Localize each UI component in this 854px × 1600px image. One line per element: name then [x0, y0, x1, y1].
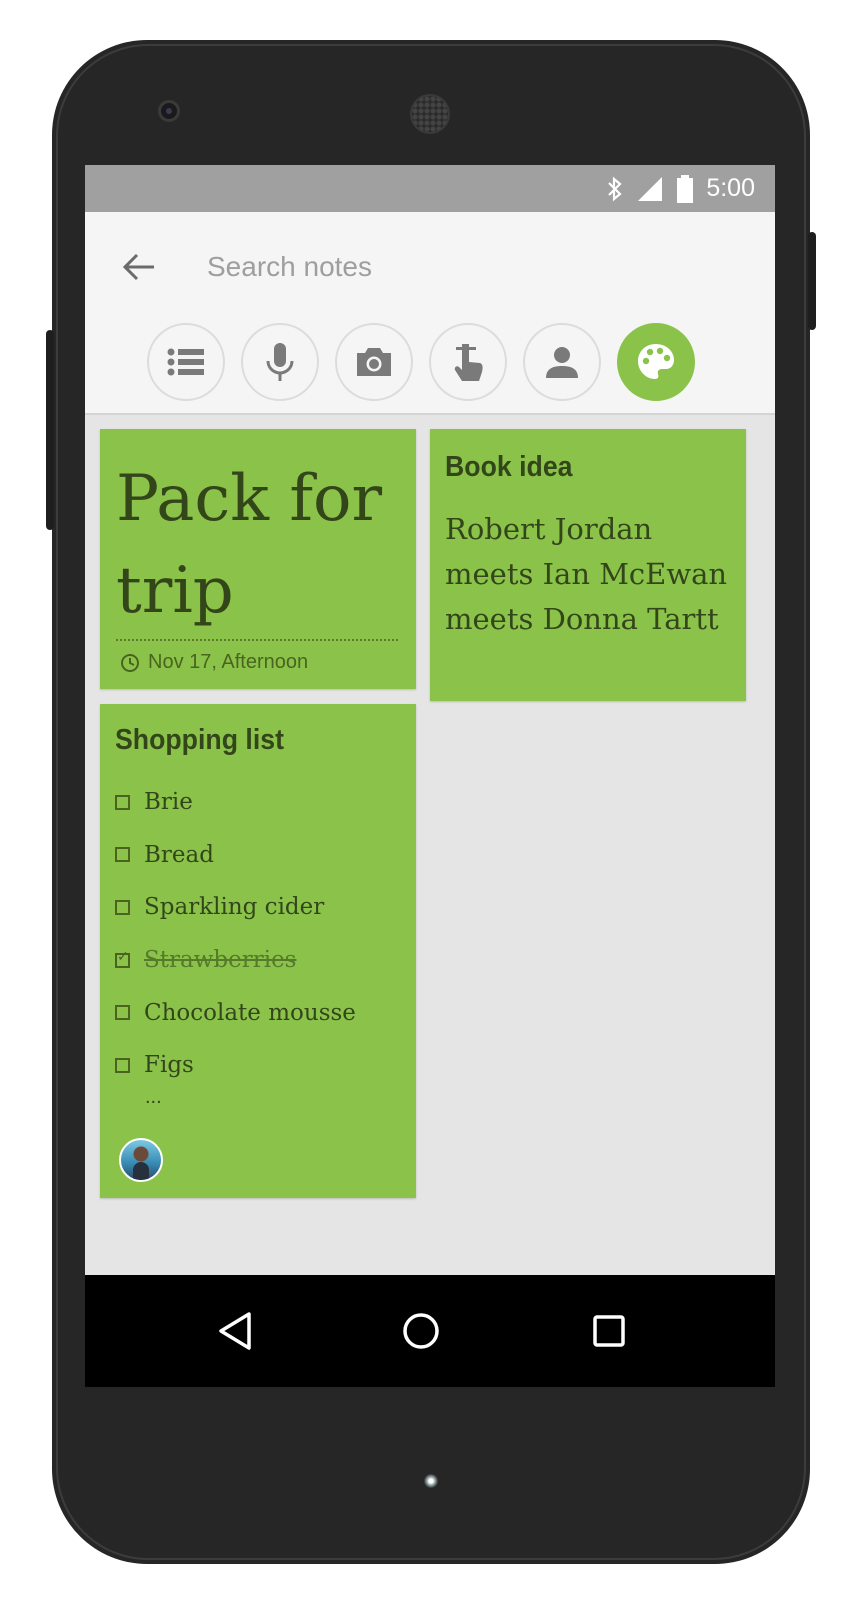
- camera-icon: [357, 348, 391, 376]
- list-item-text: Bread: [144, 841, 214, 868]
- nav-back-button[interactable]: [207, 1303, 263, 1359]
- list-item[interactable]: Bread: [115, 829, 356, 882]
- note-title: Book idea: [445, 451, 573, 483]
- checklist: Brie Bread Sparkling cider Strawberries …: [115, 776, 356, 1092]
- list-item[interactable]: Strawberries: [115, 934, 356, 987]
- divider: [116, 639, 398, 641]
- earpiece-speaker: [410, 94, 450, 134]
- note-card-shopping[interactable]: Shopping list Brie Bread Sparkling cider…: [100, 704, 416, 1198]
- recents-square-icon: [593, 1315, 625, 1347]
- reminder-text: Nov 17, Afternoon: [148, 651, 309, 673]
- checkbox-icon[interactable]: [115, 794, 130, 810]
- status-bar: 5:00: [85, 165, 775, 212]
- list-item[interactable]: Sparkling cider: [115, 881, 356, 934]
- checkbox-icon[interactable]: [115, 1005, 130, 1021]
- nav-home-button[interactable]: [393, 1303, 449, 1359]
- navigation-bar: [85, 1275, 775, 1387]
- search-header: [85, 212, 775, 415]
- checkbox-icon[interactable]: [115, 1057, 130, 1073]
- drawing-icon: [454, 344, 483, 381]
- arrow-left-icon: [122, 253, 154, 281]
- note-card-trip[interactable]: Pack for trip Nov 17, Afternoon: [100, 429, 416, 689]
- note-title: Shopping list: [115, 724, 284, 756]
- list-item[interactable]: Brie: [115, 776, 356, 829]
- collaborator-avatar[interactable]: [119, 1138, 163, 1182]
- filter-color-button[interactable]: [617, 323, 695, 401]
- contact-icon: [546, 347, 578, 378]
- note-card-book[interactable]: Book idea Robert Jordan meets Ian McEwan…: [430, 429, 746, 701]
- palette-icon: [638, 344, 674, 379]
- search-input[interactable]: [207, 242, 707, 292]
- note-title: Pack for trip: [116, 462, 383, 628]
- filter-audio-button[interactable]: [241, 323, 319, 401]
- bluetooth-icon: [608, 176, 622, 201]
- microphone-icon: [266, 343, 294, 381]
- front-camera: [158, 100, 180, 122]
- signal-icon: [638, 176, 663, 201]
- screen: 5:00 Search notes Pack for trip Nov 17, …: [85, 165, 775, 1387]
- nav-recents-button[interactable]: [581, 1303, 637, 1359]
- filter-image-button[interactable]: [335, 323, 413, 401]
- list-item-text: Sparkling cider: [144, 894, 325, 921]
- checkbox-icon[interactable]: [115, 847, 130, 863]
- filter-list-button[interactable]: [147, 323, 225, 401]
- power-button: [808, 232, 816, 330]
- list-item-text: Brie: [144, 789, 193, 816]
- clock-icon: [121, 653, 139, 672]
- filter-contact-button[interactable]: [523, 323, 601, 401]
- checkbox-icon[interactable]: [115, 899, 130, 915]
- filter-drawing-button[interactable]: [429, 323, 507, 401]
- list-item-text: Strawberries: [144, 947, 297, 974]
- list-item[interactable]: Chocolate mousse: [115, 986, 356, 1039]
- notification-led: [424, 1474, 438, 1488]
- checked-checkbox-icon[interactable]: [115, 949, 130, 968]
- list-item-text: Chocolate mousse: [144, 999, 356, 1026]
- home-circle-icon: [403, 1313, 439, 1349]
- volume-button: [46, 330, 54, 530]
- reminder-chip[interactable]: Nov 17, Afternoon: [120, 651, 308, 674]
- list-item-text: Figs: [144, 1052, 194, 1079]
- back-triangle-icon: [219, 1312, 251, 1350]
- battery-icon: [677, 174, 694, 203]
- more-items-indicator: ...: [145, 1086, 162, 1108]
- back-button[interactable]: [119, 247, 159, 287]
- list-item[interactable]: Figs: [115, 1039, 356, 1092]
- note-body: Robert Jordan meets Ian McEwan meets Don…: [445, 512, 728, 636]
- status-time: 5:00: [706, 174, 755, 202]
- list-icon: [167, 348, 204, 376]
